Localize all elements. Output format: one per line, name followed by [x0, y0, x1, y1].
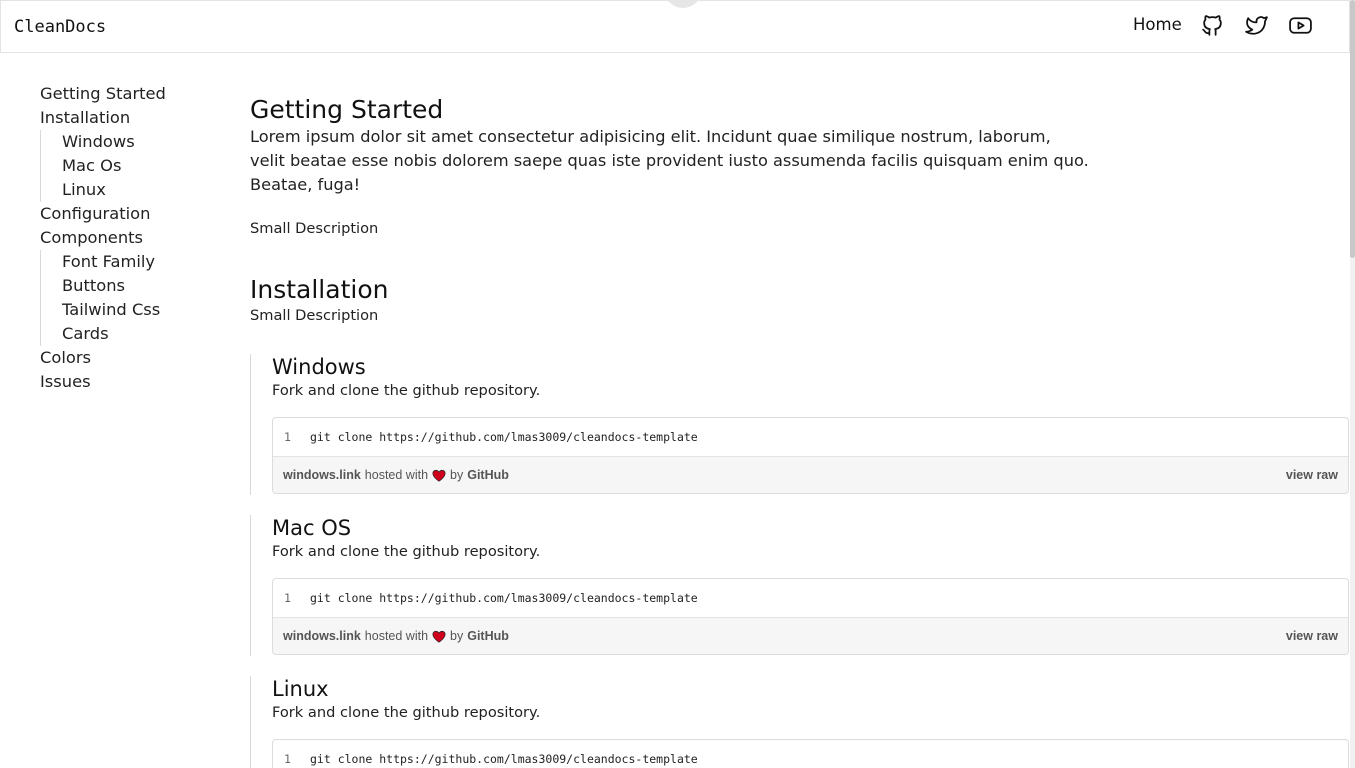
gist-embed-windows: 1 git clone https://github.com/lmas3009/…	[272, 417, 1349, 494]
youtube-icon[interactable]	[1288, 13, 1313, 38]
gist-file-link[interactable]: windows.link	[283, 629, 361, 643]
gist-embed-mac-os: 1 git clone https://github.com/lmas3009/…	[272, 578, 1349, 655]
gist-embed-linux: 1 git clone https://github.com/lmas3009/…	[272, 739, 1349, 768]
sidebar-group-components: Font Family Buttons Tailwind Css Cards	[40, 250, 220, 346]
heart-icon	[432, 630, 446, 643]
section-title-getting-started: Getting Started	[250, 95, 444, 124]
subsection-desc-mac-os: Fork and clone the github repository.	[272, 543, 541, 560]
main-content: Getting Started Lorem ipsum dolor sit am…	[250, 95, 1350, 768]
code-text: git clone https://github.com/lmas3009/cl…	[310, 752, 698, 766]
subsection-mac-os: Mac OS Fork and clone the github reposit…	[250, 515, 1350, 656]
gist-code-line: 1 git clone https://github.com/lmas3009/…	[273, 579, 1348, 617]
gist-footer: windows.link hosted with by GitHub view …	[273, 617, 1348, 654]
github-icon[interactable]	[1200, 13, 1225, 38]
heart-icon	[432, 469, 446, 482]
view-raw-link[interactable]: view raw	[1286, 468, 1338, 482]
scrollbar-thumb[interactable]	[1350, 0, 1355, 258]
gist-file-link[interactable]: windows.link	[283, 468, 361, 482]
gist-code-line: 1 git clone https://github.com/lmas3009/…	[273, 740, 1348, 768]
nav-home-link[interactable]: Home	[1133, 15, 1182, 34]
subsection-title-windows: Windows	[272, 355, 366, 379]
sidebar-item-getting-started[interactable]: Getting Started	[40, 82, 220, 106]
sidebar-item-components[interactable]: Components	[40, 226, 220, 250]
sidebar-item-buttons[interactable]: Buttons	[62, 274, 220, 298]
sidebar-group-installation: Windows Mac Os Linux	[40, 130, 220, 202]
brand-logo[interactable]: CleanDocs	[14, 17, 106, 37]
gist-footer: windows.link hosted with by GitHub view …	[273, 456, 1348, 493]
twitter-icon[interactable]	[1244, 13, 1269, 38]
section-title-installation: Installation	[250, 275, 389, 304]
by-text: by	[450, 629, 464, 643]
gist-code-line: 1 git clone https://github.com/lmas3009/…	[273, 418, 1348, 456]
sidebar-item-configuration[interactable]: Configuration	[40, 202, 220, 226]
getting-started-text: Lorem ipsum dolor sit amet consectetur a…	[250, 127, 1089, 194]
sidebar-item-issues[interactable]: Issues	[40, 370, 220, 394]
by-text: by	[450, 468, 464, 482]
line-number: 1	[284, 591, 291, 605]
subsection-desc-windows: Fork and clone the github repository.	[272, 382, 541, 399]
github-host-link[interactable]: GitHub	[467, 468, 509, 482]
subsection-title-linux: Linux	[272, 677, 329, 701]
sidebar-item-colors[interactable]: Colors	[40, 346, 220, 370]
view-raw-link[interactable]: view raw	[1286, 629, 1338, 643]
code-text: git clone https://github.com/lmas3009/cl…	[310, 430, 698, 444]
top-navbar: CleanDocs Home	[0, 0, 1350, 53]
sidebar-item-mac-os[interactable]: Mac Os	[62, 154, 220, 178]
sidebar-nav: Getting Started Installation Windows Mac…	[40, 82, 220, 394]
sidebar-item-windows[interactable]: Windows	[62, 130, 220, 154]
sidebar-item-tailwind-css[interactable]: Tailwind Css	[62, 298, 220, 322]
subsection-desc-linux: Fork and clone the github repository.	[272, 704, 541, 721]
sidebar-item-font-family[interactable]: Font Family	[62, 250, 220, 274]
sidebar-item-cards[interactable]: Cards	[62, 322, 220, 346]
hosted-with-text: hosted with	[364, 468, 429, 482]
line-number: 1	[284, 430, 291, 444]
installation-small-description: Small Description	[250, 307, 379, 324]
hosted-with-text: hosted with	[364, 629, 429, 643]
subsection-linux: Linux Fork and clone the github reposito…	[250, 676, 1350, 768]
code-text: git clone https://github.com/lmas3009/cl…	[310, 591, 698, 605]
sidebar-item-installation[interactable]: Installation	[40, 106, 220, 130]
subsection-title-mac-os: Mac OS	[272, 516, 352, 540]
github-host-link[interactable]: GitHub	[467, 629, 509, 643]
getting-started-small-description: Small Description	[250, 220, 379, 237]
line-number: 1	[284, 752, 291, 766]
subsection-windows: Windows Fork and clone the github reposi…	[250, 354, 1350, 495]
sidebar-item-linux[interactable]: Linux	[62, 178, 220, 202]
